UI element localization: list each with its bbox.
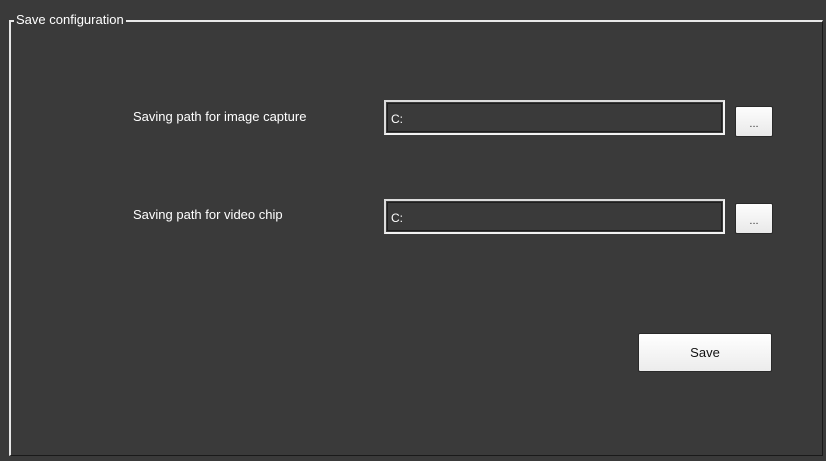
video-chip-browse-button[interactable]: ... bbox=[735, 203, 773, 234]
image-capture-browse-button[interactable]: ... bbox=[735, 106, 773, 137]
video-chip-path-label: Saving path for video chip bbox=[133, 207, 283, 222]
groupbox-title: Save configuration bbox=[14, 11, 126, 29]
save-configuration-groupbox bbox=[9, 20, 823, 456]
image-capture-path-label: Saving path for image capture bbox=[133, 109, 307, 124]
save-button[interactable]: Save bbox=[638, 333, 772, 372]
save-configuration-panel: Save configuration Saving path for image… bbox=[0, 0, 826, 461]
image-capture-path-input[interactable] bbox=[384, 100, 725, 135]
video-chip-path-input[interactable] bbox=[384, 199, 725, 234]
